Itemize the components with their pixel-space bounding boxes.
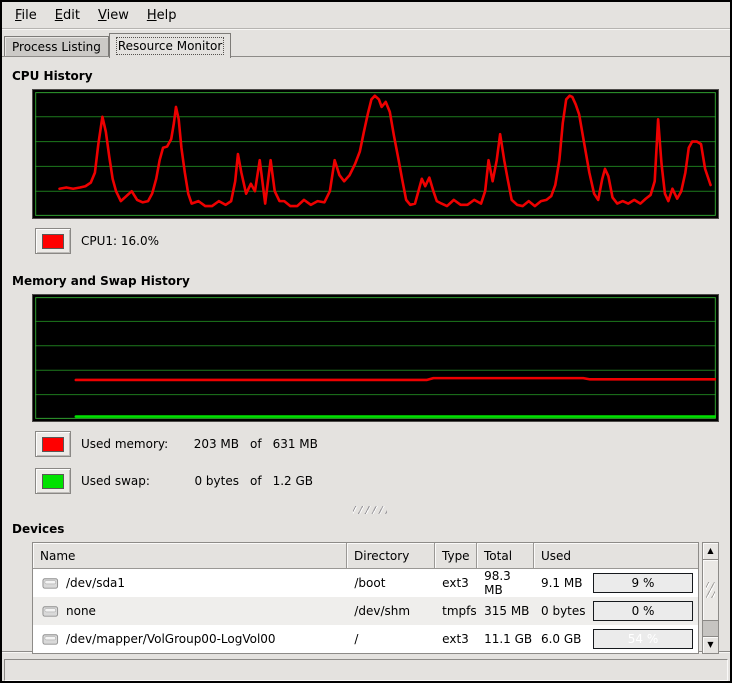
column-header-used[interactable]: Used — [534, 543, 698, 569]
device-name: /dev/mapper/VolGroup00-LogVol00 — [66, 632, 276, 646]
swap-total-value: 1.2 GB — [273, 474, 313, 488]
swap-legend-label: Used swap: — [81, 474, 181, 488]
device-used: 6.0 GB — [541, 632, 591, 646]
cpu-history-title: CPU History — [12, 69, 730, 83]
device-used: 9.1 MB — [541, 576, 591, 590]
thumb-grip-icon — [706, 582, 715, 598]
tab-process-listing[interactable]: Process Listing — [4, 36, 109, 57]
device-total: 11.1 GB — [476, 632, 533, 646]
column-header-type[interactable]: Type — [435, 543, 477, 569]
tab-bar: Process Listing Resource Monitor — [2, 29, 730, 57]
memory-legend: Used memory: 203 MB of 631 MB — [35, 431, 730, 457]
usage-progress-bar: 9 % — [593, 573, 693, 593]
swap-used-value: 0 bytes — [181, 474, 239, 488]
memory-color-swatch — [42, 437, 64, 452]
hard-drive-icon — [42, 576, 59, 590]
memory-used-value: 203 MB — [181, 437, 239, 451]
progress-percent-label: 9 % — [594, 574, 692, 592]
device-name: /dev/sda1 — [66, 576, 125, 590]
tab-label: Process Listing — [12, 40, 101, 54]
pane-resize-grip[interactable] — [353, 506, 387, 514]
table-row[interactable]: /dev/mapper/VolGroup00-LogVol00 / ext3 1… — [33, 625, 698, 653]
memory-color-button[interactable] — [35, 431, 71, 457]
cpu-legend-label: CPU1: 16.0% — [81, 234, 159, 248]
device-total: 315 MB — [476, 604, 533, 618]
devices-table: Name Directory Type Total Used /dev/sda1… — [32, 542, 699, 654]
resource-monitor-page: CPU History CPU1: 16.0% Memory and Swap … — [2, 56, 730, 652]
memory-legend-label: Used memory: — [81, 437, 181, 451]
scrollbar-thumb[interactable] — [703, 560, 718, 621]
cpu-color-button[interactable] — [35, 228, 71, 254]
device-total: 98.3 MB — [476, 569, 533, 597]
memory-swap-chart — [32, 294, 719, 422]
scroll-up-icon[interactable]: ▲ — [703, 543, 718, 560]
devices-title: Devices — [12, 522, 730, 536]
usage-progress-bar: 54 % — [593, 629, 693, 649]
device-directory: /dev/shm — [346, 604, 434, 618]
cpu-legend: CPU1: 16.0% — [35, 228, 730, 254]
usage-progress-bar: 0 % — [593, 601, 693, 621]
memory-history-title: Memory and Swap History — [12, 274, 730, 288]
memory-of-text: of — [250, 437, 262, 451]
device-used: 0 bytes — [541, 604, 591, 618]
cpu-color-swatch — [42, 234, 64, 249]
memory-total-value: 631 MB — [273, 437, 318, 451]
device-directory: / — [346, 632, 434, 646]
column-header-directory[interactable]: Directory — [347, 543, 435, 569]
column-header-total[interactable]: Total — [477, 543, 534, 569]
progress-percent-label: 0 % — [594, 602, 692, 620]
tab-resource-monitor[interactable]: Resource Monitor — [109, 33, 231, 58]
device-type: tmpfs — [434, 604, 476, 618]
device-type: ext3 — [434, 576, 476, 590]
menu-help[interactable]: Help — [138, 4, 186, 27]
device-name: none — [66, 604, 96, 618]
swap-of-text: of — [250, 474, 262, 488]
menu-view[interactable]: View — [89, 4, 138, 27]
devices-vertical-scrollbar[interactable]: ▲ ▼ — [702, 542, 719, 654]
device-directory: /boot — [346, 576, 434, 590]
cpu-history-chart — [32, 89, 719, 219]
hard-drive-icon — [42, 604, 59, 618]
hard-drive-icon — [42, 632, 59, 646]
devices-area: Name Directory Type Total Used /dev/sda1… — [32, 542, 730, 654]
scrollbar-track[interactable] — [703, 621, 718, 636]
tab-label: Resource Monitor — [118, 39, 222, 53]
swap-color-button[interactable] — [35, 468, 71, 494]
swap-color-swatch — [42, 474, 64, 489]
menu-bar: File Edit View Help — [2, 2, 730, 29]
progress-percent-label: 54 % — [594, 630, 692, 648]
device-type: ext3 — [434, 632, 476, 646]
menu-file[interactable]: File — [6, 4, 46, 27]
devices-table-header: Name Directory Type Total Used — [33, 543, 698, 569]
menu-edit[interactable]: Edit — [46, 4, 89, 27]
scroll-down-icon[interactable]: ▼ — [703, 636, 718, 653]
status-bar — [4, 659, 728, 681]
swap-legend: Used swap: 0 bytes of 1.2 GB — [35, 468, 730, 494]
table-row[interactable]: none /dev/shm tmpfs 315 MB 0 bytes 0 % — [33, 597, 698, 625]
table-row[interactable]: /dev/sda1 /boot ext3 98.3 MB 9.1 MB 9 % — [33, 569, 698, 597]
column-header-name[interactable]: Name — [33, 543, 347, 569]
